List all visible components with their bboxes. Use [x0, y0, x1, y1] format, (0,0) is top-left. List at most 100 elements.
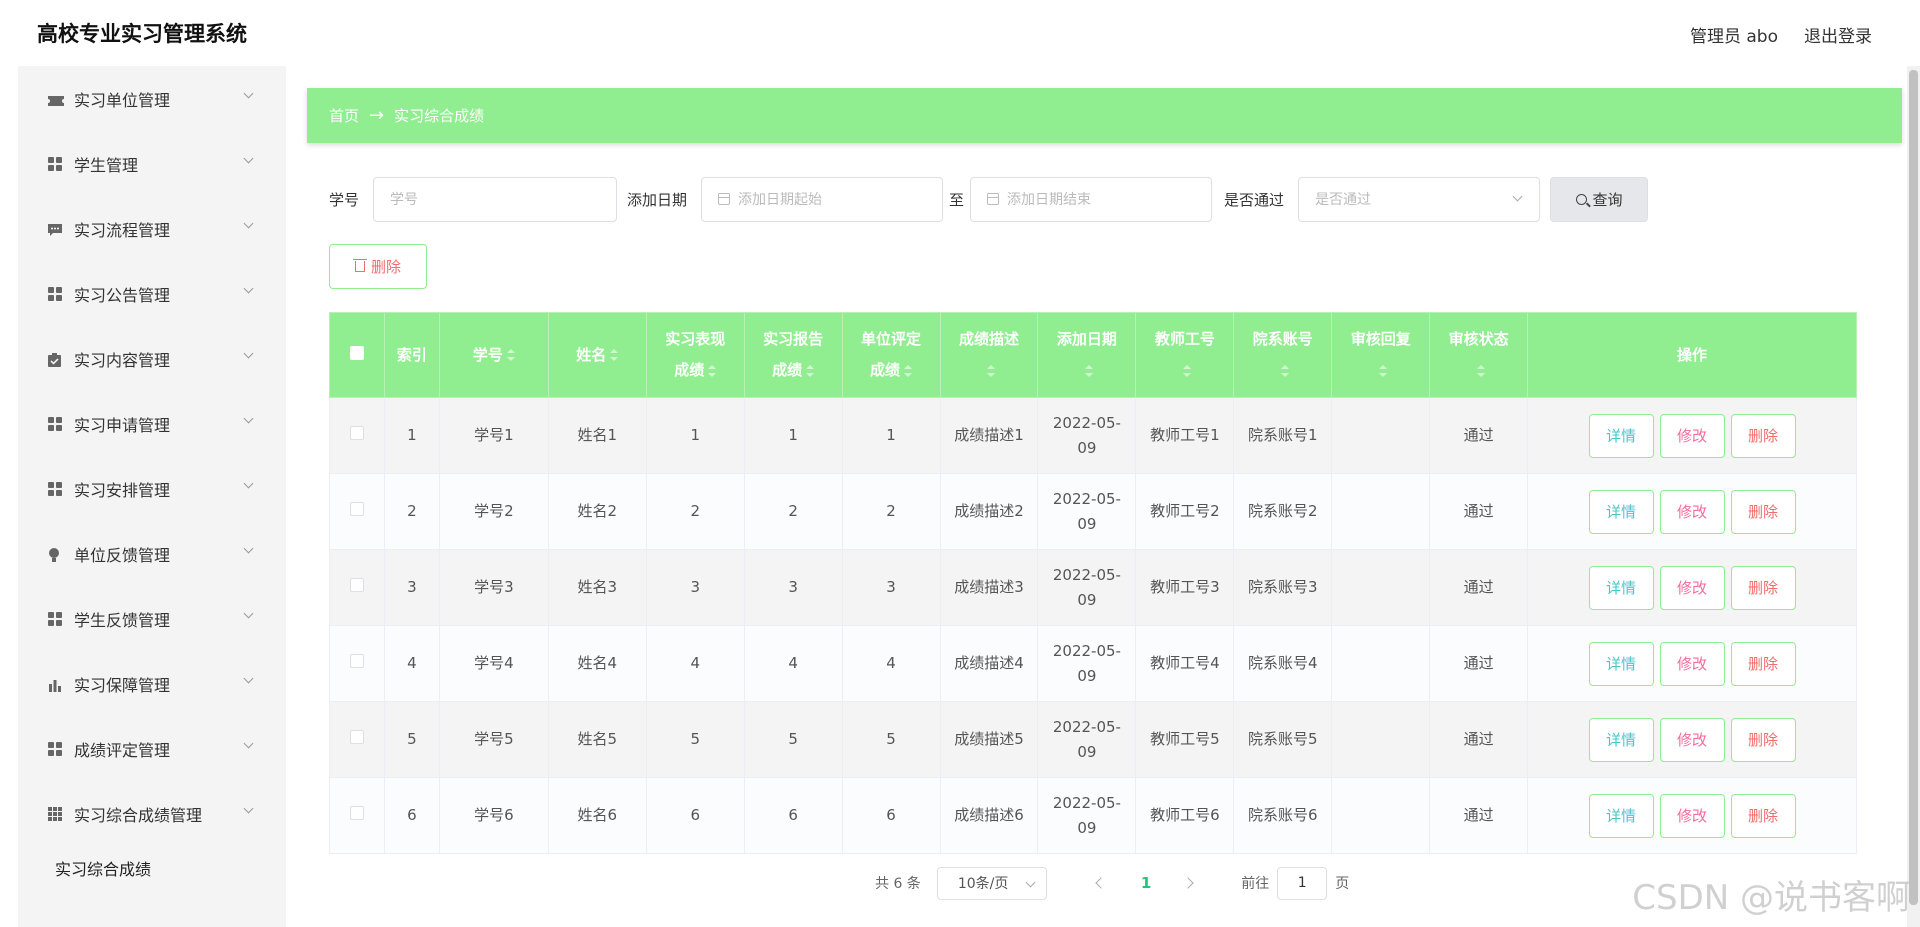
delete-button[interactable]: 删除	[1730, 413, 1796, 458]
select-all-checkbox[interactable]	[349, 345, 364, 360]
sidebar: 实习单位管理 学生管理 实习流程管理 实习公告管理 实习内容管理 实习申请管理 实习安排管理…	[18, 66, 286, 927]
col-status[interactable]: 审核状态	[1429, 312, 1529, 398]
col-miaoshu[interactable]: 成绩描述	[939, 312, 1039, 398]
detail-button[interactable]: 详情	[1588, 489, 1654, 534]
col-biaoxian-label-a: 实习表现	[665, 330, 726, 348]
row-checkbox[interactable]	[349, 578, 364, 592]
sidebar-item[interactable]: 实习内容管理	[18, 326, 286, 391]
detail-button[interactable]: 详情	[1588, 793, 1654, 838]
col-biaoxian[interactable]: 实习表现 成绩	[645, 312, 745, 398]
sidebar-item[interactable]: 实习安排管理	[18, 456, 286, 521]
sort-icon[interactable]	[1280, 364, 1289, 377]
sidebar-item[interactable]: 单位反馈管理	[18, 521, 286, 586]
bar-chart-icon	[48, 677, 62, 692]
sidebar-subitem-active[interactable]: 实习综合成绩	[18, 846, 286, 890]
col-baogao[interactable]: 实习报告 成绩	[743, 312, 843, 398]
edit-button[interactable]: 修改	[1659, 641, 1725, 686]
date-separator: 至	[949, 190, 965, 209]
sidebar-item[interactable]: 实习公告管理	[18, 261, 286, 326]
sort-icon[interactable]	[986, 364, 995, 377]
sort-icon[interactable]	[1182, 364, 1191, 377]
prev-page-button[interactable]	[1091, 873, 1111, 893]
query-button[interactable]: 查询	[1550, 176, 1649, 222]
date-start-input[interactable]: 添加日期起始	[701, 176, 944, 222]
col-xuehao[interactable]: 学号	[438, 312, 549, 398]
col-yuanxi[interactable]: 院系账号	[1233, 312, 1333, 398]
col-name[interactable]: 姓名	[547, 312, 647, 398]
col-date[interactable]: 添加日期	[1037, 312, 1137, 398]
delete-button[interactable]: 删除	[1730, 641, 1796, 686]
page-scrollbar[interactable]	[1907, 66, 1920, 927]
sort-icon[interactable]	[610, 349, 619, 361]
edit-button[interactable]: 修改	[1659, 717, 1725, 762]
sidebar-item[interactable]: 实习单位管理	[18, 66, 286, 131]
table-row: 5 学号5 姓名5 5 5 5 成绩描述5 2022-05- 09 教师工号5 院系账号5 通过 详情修…	[329, 701, 1857, 778]
xuehao-input[interactable]: 学号	[373, 176, 618, 222]
cell-xuehao: 学号5	[438, 701, 549, 778]
col-baogao-label-a: 实习报告	[763, 330, 824, 348]
detail-button[interactable]: 详情	[1588, 565, 1654, 610]
col-teacher[interactable]: 教师工号	[1135, 312, 1235, 398]
detail-button[interactable]: 详情	[1588, 641, 1654, 686]
sort-icon[interactable]	[1476, 364, 1485, 377]
cell-index: 3	[383, 549, 440, 626]
delete-button[interactable]: 删除	[1730, 717, 1796, 762]
edit-button[interactable]: 修改	[1659, 413, 1725, 458]
row-checkbox[interactable]	[349, 426, 364, 440]
logout-link[interactable]: 退出登录	[1804, 22, 1872, 47]
sort-icon[interactable]	[1378, 364, 1387, 377]
sidebar-item[interactable]: 成绩评定管理	[18, 716, 286, 781]
edit-button[interactable]: 修改	[1659, 489, 1725, 534]
table-body: 1 学号1 姓名1 1 1 1 成绩描述1 2022-05- 09 教师工号1 院系账号1 通过 详情修…	[329, 397, 1857, 854]
pass-select[interactable]: 是否通过	[1298, 176, 1541, 222]
scrollbar-thumb[interactable]	[1909, 70, 1918, 905]
cell-yuanxi: 院系账号6	[1233, 777, 1333, 854]
sidebar-item[interactable]: 学生管理	[18, 131, 286, 196]
page-size-select[interactable]: 10条/页	[936, 866, 1047, 900]
delete-button[interactable]: 删除	[1730, 565, 1796, 610]
row-checkbox[interactable]	[349, 654, 364, 668]
goto-page-input[interactable]: 1	[1277, 866, 1328, 900]
detail-button[interactable]: 详情	[1588, 413, 1654, 458]
cell-name: 姓名2	[547, 473, 647, 550]
breadcrumb-home[interactable]: 首页	[329, 105, 359, 126]
chevron-down-icon	[243, 88, 254, 99]
delete-button[interactable]: 删除	[1730, 489, 1796, 534]
sort-icon[interactable]	[806, 364, 815, 377]
grid-icon	[48, 481, 62, 496]
sort-icon[interactable]	[506, 349, 515, 361]
edit-button[interactable]: 修改	[1659, 793, 1725, 838]
date-end-input[interactable]: 添加日期结束	[970, 176, 1213, 222]
cell-status: 通过	[1429, 701, 1529, 778]
sort-icon[interactable]	[904, 364, 913, 377]
chevron-down-icon	[243, 413, 254, 424]
breadcrumb: 首页 → 实习综合成绩	[307, 88, 1902, 143]
col-danwei[interactable]: 单位评定 成绩	[841, 312, 941, 398]
sidebar-item[interactable]: 学生反馈管理	[18, 586, 286, 651]
detail-button[interactable]: 详情	[1588, 717, 1654, 762]
sidebar-item[interactable]: 实习流程管理	[18, 196, 286, 261]
table-header-row: 索引 学号 姓名 实习表现 成绩 实习报告 成绩 单位评定 成绩 成绩描述 添加日期 …	[329, 312, 1857, 398]
batch-delete-button[interactable]: 删除	[329, 244, 427, 289]
sort-icon[interactable]	[708, 364, 717, 377]
chevron-down-icon	[243, 673, 254, 684]
xuehao-label: 学号	[329, 190, 360, 209]
cell-date: 2022-05- 09	[1037, 625, 1137, 702]
row-checkbox[interactable]	[349, 806, 364, 820]
row-checkbox[interactable]	[349, 730, 364, 744]
page-number[interactable]: 1	[1141, 874, 1151, 892]
col-danwei-label-a: 单位评定	[861, 330, 922, 348]
sort-icon[interactable]	[1084, 364, 1093, 377]
cell-xuehao: 学号2	[438, 473, 549, 550]
next-page-button[interactable]	[1181, 873, 1201, 893]
cell-actions: 详情 修改 删除	[1527, 625, 1857, 702]
edit-button[interactable]: 修改	[1659, 565, 1725, 610]
col-reply[interactable]: 审核回复	[1331, 312, 1431, 398]
sidebar-item[interactable]: 实习保障管理	[18, 651, 286, 716]
score-table: 索引 学号 姓名 实习表现 成绩 实习报告 成绩 单位评定 成绩 成绩描述 添加日期 …	[329, 312, 1857, 854]
sidebar-item[interactable]: 实习申请管理	[18, 391, 286, 456]
sidebar-item[interactable]: 实习综合成绩管理	[18, 781, 286, 846]
row-checkbox[interactable]	[349, 502, 364, 516]
chat-icon	[48, 222, 62, 236]
delete-button[interactable]: 删除	[1730, 793, 1796, 838]
